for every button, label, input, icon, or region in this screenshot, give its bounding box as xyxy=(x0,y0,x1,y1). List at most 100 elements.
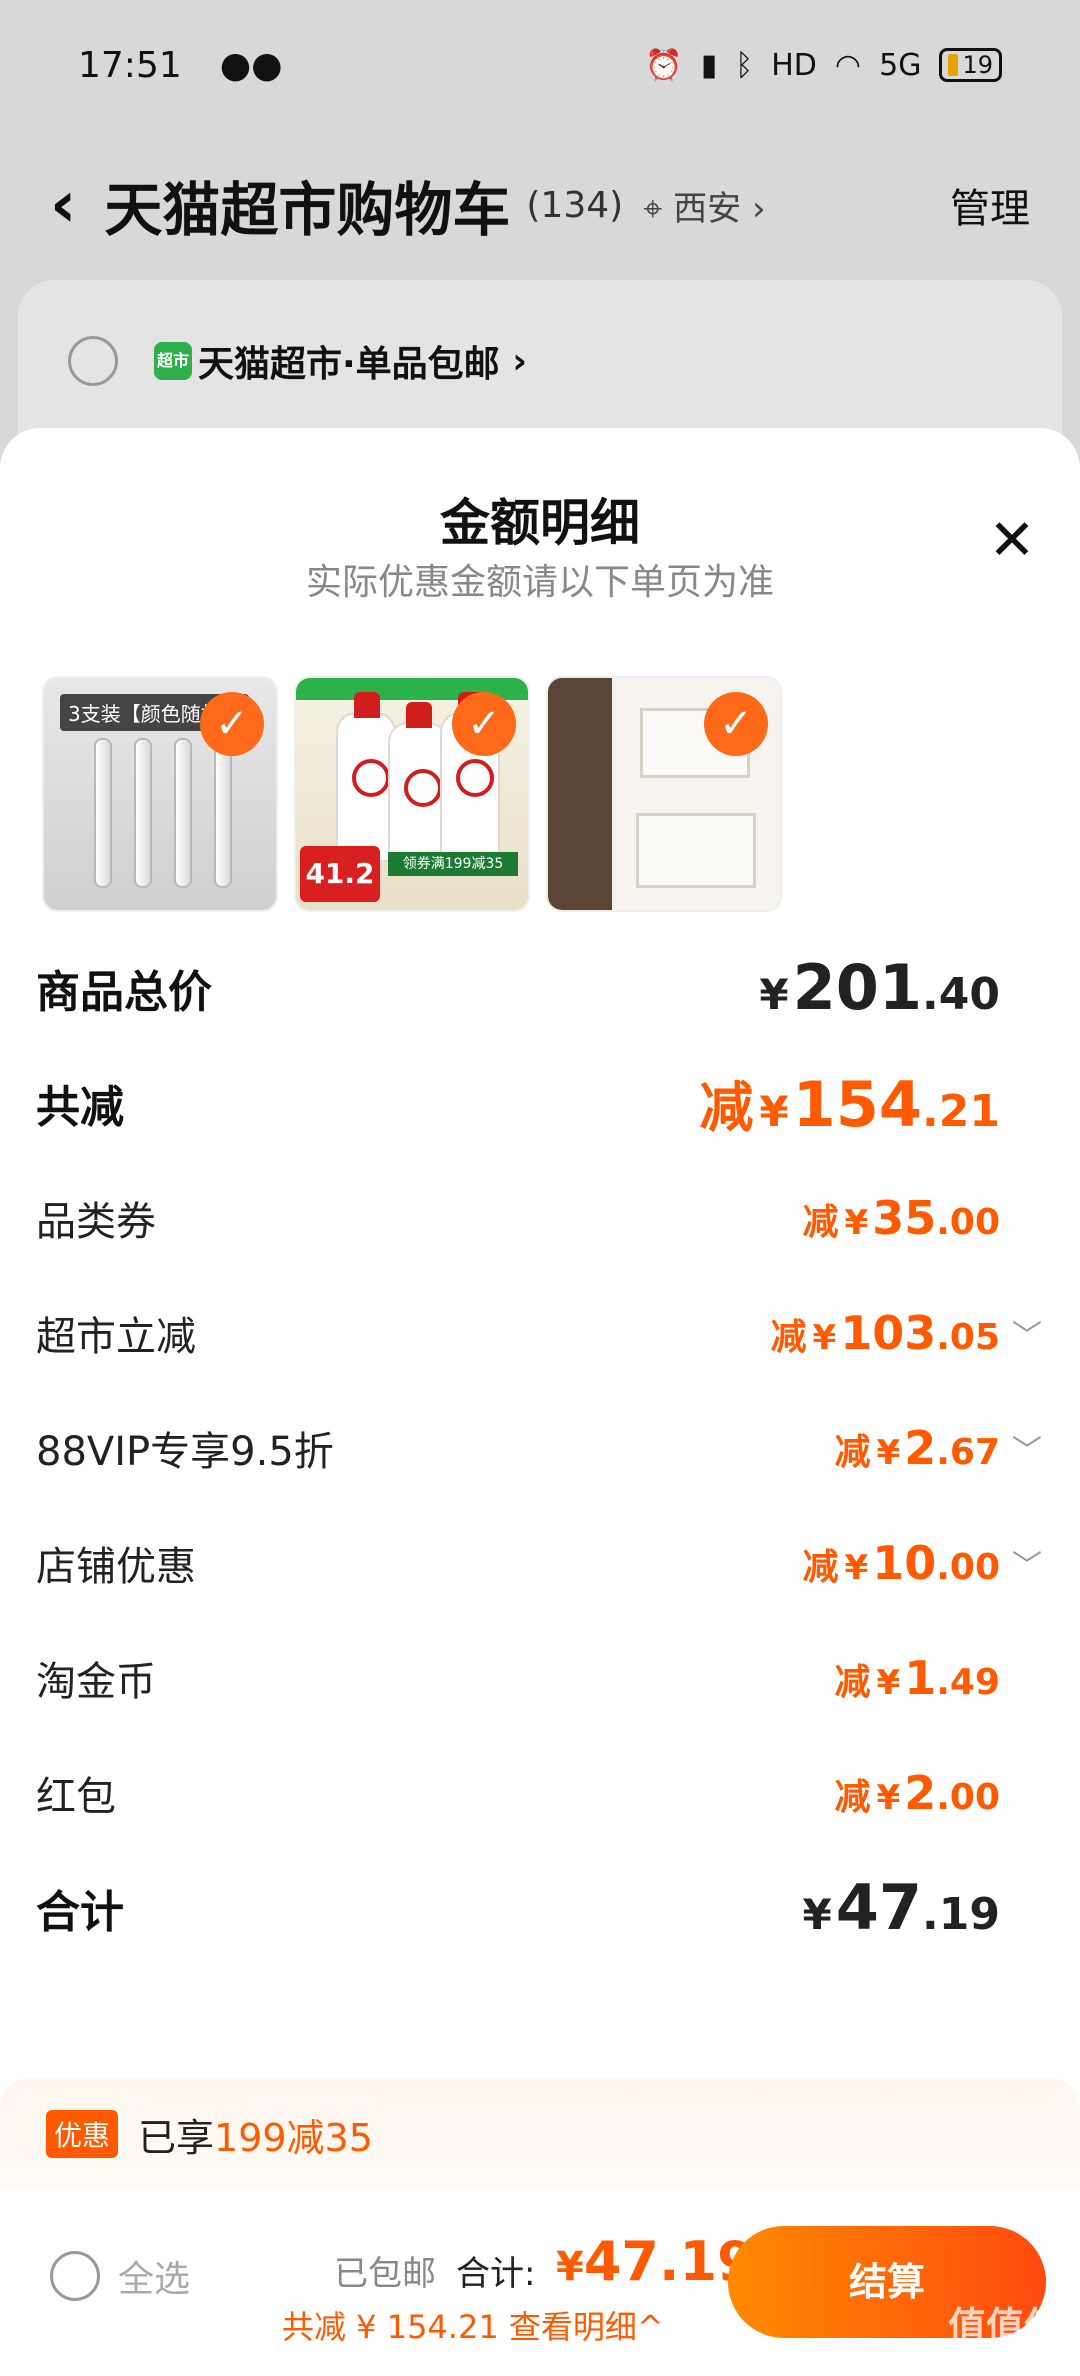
chevron-down-icon[interactable]: ﹀ xyxy=(1012,1541,1042,1585)
selected-check-icon[interactable]: ✓ xyxy=(452,692,516,756)
product-thumb-lotion[interactable]: 41.2 领券满199减35 ✓ xyxy=(294,676,530,912)
back-arrow-icon[interactable]: ‹ xyxy=(50,168,76,242)
amount-dec: .19 xyxy=(922,1889,1000,1940)
select-all[interactable]: 全选 xyxy=(50,2250,190,2302)
status-bar: 17:51 ●● ⏰ ▮ ᛒ HD ◠ 5G 19 xyxy=(0,0,1080,130)
row-label: 商品总价 xyxy=(36,966,212,1018)
yen-symbol: ¥ xyxy=(844,1547,869,1588)
lotion-coupon: 领券满199减35 xyxy=(388,852,518,876)
row-amount: 减 ¥35.00 xyxy=(803,1191,1000,1245)
selected-check-icon[interactable]: ✓ xyxy=(200,692,264,756)
row-amount: 减 ¥2.67 xyxy=(835,1421,1000,1475)
view-detail-link[interactable]: 共减 ¥ 154.21 查看明细^ xyxy=(282,2302,664,2348)
product-thumb-pens[interactable]: 3支装【颜色随机】 ✓ xyxy=(42,676,278,912)
box-side-panel xyxy=(548,678,612,910)
amount-dec: .40 xyxy=(922,969,1000,1020)
chevron-down-icon[interactable]: ﹀ xyxy=(1012,1426,1042,1470)
row-label: 红包 xyxy=(36,1773,116,1820)
bottle-image xyxy=(336,692,396,862)
watermark: 值值值 xyxy=(947,2304,1062,2348)
close-icon[interactable]: ✕ xyxy=(984,513,1040,569)
status-icons: ⏰ ▮ ᛒ HD ◠ 5G 19 xyxy=(645,48,1002,83)
selected-check-icon[interactable]: ✓ xyxy=(704,692,768,756)
lotion-price: 41.2 xyxy=(300,846,380,902)
row-amount: 减 ¥103.05 xyxy=(771,1306,1001,1360)
sheet-subtitle: 实际优惠金额请以下单页为准 xyxy=(305,562,774,603)
minus-prefix: 减 xyxy=(834,1431,871,1473)
bottle-image xyxy=(388,702,448,872)
amount-int: 2 xyxy=(904,1765,937,1820)
amount-dec: .21 xyxy=(922,1086,1000,1137)
store-name: 天猫超市·单品包邮 xyxy=(198,344,500,385)
amount-int: 2 xyxy=(904,1420,937,1475)
amount-int: 35 xyxy=(872,1190,937,1245)
total-label: 合计: xyxy=(456,2254,536,2294)
vibrate-icon: ▮ xyxy=(700,47,718,83)
minus-prefix: 减 xyxy=(802,1546,839,1588)
nav-bar: ‹ 天猫超市购物车 (134) ⌖ 西安 › 管理 xyxy=(0,150,1080,260)
sheet-title: 金额明细 xyxy=(440,494,640,552)
select-all-radio[interactable] xyxy=(50,2251,100,2301)
signal-icon: 5G xyxy=(879,47,922,83)
product-thumbnails: 3支装【颜色随机】 ✓ 41.2 领券满199减35 ✓ ✓ xyxy=(42,676,782,912)
bluetooth-icon: ᛒ xyxy=(735,47,754,83)
select-all-label: 全选 xyxy=(118,2259,191,2300)
amount-dec: .00 xyxy=(936,1201,1000,1243)
free-shipping-label: 已包邮 xyxy=(334,2254,436,2294)
row-88vip-discount[interactable]: 88VIP专享9.5折 减 ¥2.67 ﹀ xyxy=(0,1390,1080,1505)
chevron-right-icon: › xyxy=(499,340,528,382)
amount-dec: .49 xyxy=(936,1661,1000,1703)
amount-int: 1 xyxy=(904,1650,937,1705)
yen-symbol: ¥ xyxy=(802,1890,832,1939)
amount-rows: 商品总价 ¥201.40 共减 减 ¥154.21 品类券 减 ¥35.00 超市立… xyxy=(0,930,1080,1965)
yen-symbol: ¥ xyxy=(556,2244,584,2290)
battery-icon: 19 xyxy=(939,48,1002,82)
yen-symbol: ¥ xyxy=(876,1777,901,1818)
row-label: 88VIP专享9.5折 xyxy=(36,1428,334,1475)
row-taojinbi: 淘金币 减 ¥1.49 xyxy=(0,1620,1080,1735)
box-image xyxy=(636,813,756,888)
amount-dec: .05 xyxy=(936,1316,1000,1358)
store-row[interactable]: 超市 天猫超市·单品包邮 › xyxy=(68,335,527,387)
promo-strip: 优惠 已享 199减35 xyxy=(0,2078,1080,2190)
amount-int: 47 xyxy=(835,1871,923,1944)
wifi-icon: ◠ xyxy=(834,47,862,83)
row-amount: 减 ¥154.21 xyxy=(699,1063,1000,1142)
hd-icon: HD xyxy=(771,47,817,83)
manage-button[interactable]: 管理 xyxy=(950,176,1030,234)
amount-dec: .00 xyxy=(936,1776,1000,1818)
store-select-radio[interactable] xyxy=(68,336,118,386)
pen-image xyxy=(134,738,152,888)
row-label: 超市立减 xyxy=(36,1313,196,1360)
alarm-icon: ⏰ xyxy=(645,47,683,83)
amount-int: 10 xyxy=(872,1535,937,1590)
amount-dec: .67 xyxy=(936,1431,1000,1473)
promo-text: 已享 xyxy=(138,2115,215,2160)
wechat-icon: ●● xyxy=(219,44,283,86)
row-total-price: 商品总价 ¥201.40 xyxy=(0,930,1080,1045)
battery-level: 19 xyxy=(962,51,993,79)
checkout-bar: 全选 已包邮 合计: ¥47.19 共减 ¥ 154.21 查看明细^ 结算 xyxy=(0,2190,1080,2376)
row-label: 合计 xyxy=(36,1886,124,1938)
minus-prefix: 减 xyxy=(834,1776,871,1818)
row-label: 淘金币 xyxy=(36,1658,156,1705)
row-amount: 减 ¥2.00 xyxy=(835,1766,1000,1820)
page-title: 天猫超市购物车 xyxy=(104,176,511,244)
location-selector[interactable]: ⌖ 西安 › xyxy=(643,181,765,230)
chevron-down-icon[interactable]: ﹀ xyxy=(1012,1311,1042,1355)
row-amount: 减 ¥1.49 xyxy=(835,1651,1000,1705)
row-label: 共减 xyxy=(36,1081,124,1133)
amount-int: 201 xyxy=(792,951,923,1024)
minus-prefix: 减 xyxy=(802,1201,839,1243)
product-thumb-storage-boxes[interactable]: ✓ xyxy=(546,676,782,912)
row-supermarket-discount[interactable]: 超市立减 减 ¥103.05 ﹀ xyxy=(0,1275,1080,1390)
amount-int: 154 xyxy=(792,1068,923,1141)
yen-symbol: ¥ xyxy=(812,1317,837,1358)
yen-symbol: ¥ xyxy=(759,1087,789,1136)
row-store-discount[interactable]: 店铺优惠 减 ¥10.00 ﹀ xyxy=(0,1505,1080,1620)
yen-symbol: ¥ xyxy=(876,1432,901,1473)
yen-symbol: ¥ xyxy=(844,1202,869,1243)
yen-symbol: ¥ xyxy=(876,1662,901,1703)
yen-symbol: ¥ xyxy=(759,970,789,1019)
pen-image xyxy=(94,738,112,888)
